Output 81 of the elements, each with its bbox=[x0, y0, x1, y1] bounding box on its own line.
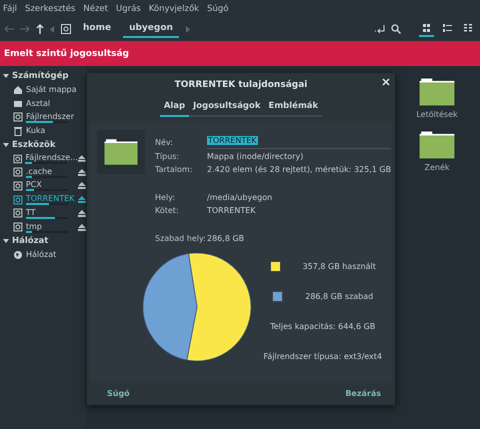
sidebar-item[interactable]: TT bbox=[26, 208, 76, 217]
help-button[interactable]: Súgó bbox=[105, 386, 132, 400]
sidebar-item[interactable]: Kuka bbox=[26, 126, 76, 136]
sidebar-item[interactable]: Saját mappa bbox=[26, 85, 76, 94]
field-label: Tartalom: bbox=[155, 165, 194, 174]
path-button[interactable]: ubyegon bbox=[123, 20, 179, 38]
close-button[interactable] bbox=[382, 78, 390, 86]
menu-item[interactable]: Szerkesztés bbox=[25, 4, 76, 14]
dialog-title: TORRENTEK tulajdonságai bbox=[174, 80, 308, 90]
folder-icon bbox=[418, 131, 456, 159]
menu-item[interactable]: Nézet bbox=[83, 4, 108, 14]
sidebar-item[interactable]: tmp bbox=[26, 222, 76, 231]
close-dialog-button[interactable]: Bezárás bbox=[343, 386, 383, 400]
legend-label: 357,8 GB használt bbox=[302, 262, 376, 270]
sidebar-item[interactable]: Fájlrendsze... bbox=[25, 153, 76, 162]
legend-swatch bbox=[272, 290, 284, 302]
folder-icon bbox=[418, 78, 456, 106]
menu-item[interactable]: Ugrás bbox=[116, 4, 141, 14]
tab[interactable]: Jogosultságok bbox=[189, 97, 265, 117]
desktop-icon bbox=[13, 98, 23, 109]
drive-icon bbox=[13, 167, 23, 178]
file-label[interactable]: Letöltések bbox=[416, 110, 458, 119]
sidebar-item[interactable]: Asztal bbox=[26, 99, 76, 108]
compact-list-icon[interactable] bbox=[443, 24, 452, 32]
trash-icon bbox=[13, 126, 23, 136]
field-label: Hely: bbox=[155, 192, 176, 202]
field-value: TORRENTEK bbox=[207, 206, 256, 216]
sidebar-item[interactable]: PCX bbox=[26, 180, 76, 190]
sidebar-item[interactable]: TORRENTEK bbox=[26, 194, 76, 204]
field-value: /media/ubyegon bbox=[207, 192, 272, 202]
filesystem-type-text: Fájlrendszer típusa: ext3/ext4 bbox=[263, 352, 382, 360]
globe-icon bbox=[13, 250, 23, 260]
drive-icon bbox=[13, 154, 22, 164]
eject-icon[interactable] bbox=[78, 168, 86, 176]
menu-item[interactable]: Könyvjelzők bbox=[148, 4, 200, 14]
legend-swatch bbox=[270, 260, 281, 272]
warning-banner: Emelt szintű jogosultság bbox=[0, 41, 480, 66]
tab[interactable]: Emblémák bbox=[264, 97, 322, 117]
legend-label: 286,8 GB szabad bbox=[305, 292, 374, 300]
eject-icon[interactable] bbox=[78, 182, 86, 190]
eject-icon[interactable] bbox=[78, 155, 86, 162]
icon-frame[interactable] bbox=[97, 130, 145, 174]
folder-icon bbox=[103, 139, 139, 165]
sidebar-section-title: Számítógép bbox=[12, 71, 68, 81]
capacity-text: Teljes kapacitás: 644,6 GB bbox=[270, 322, 376, 330]
field-label: Szabad hely: bbox=[155, 234, 207, 243]
eject-icon[interactable] bbox=[78, 210, 86, 217]
caret-down-icon[interactable] bbox=[3, 142, 9, 148]
file-label[interactable]: Zenék bbox=[424, 163, 450, 172]
sidebar-item[interactable]: Hálózat bbox=[26, 250, 76, 260]
path-button[interactable]: home bbox=[77, 20, 118, 38]
icon-view-button[interactable] bbox=[419, 21, 434, 37]
name-field[interactable]: TORRENTEK bbox=[207, 134, 392, 149]
menu-item[interactable]: Súgó bbox=[207, 4, 228, 14]
caret-down-icon[interactable] bbox=[3, 73, 9, 79]
eject-icon[interactable] bbox=[78, 196, 86, 204]
up-arrow-icon[interactable] bbox=[36, 24, 44, 34]
drive-icon bbox=[13, 112, 23, 122]
drive-icon[interactable] bbox=[61, 24, 71, 34]
field-label: Kötet: bbox=[155, 206, 180, 216]
field-label: Típus: bbox=[155, 152, 180, 161]
menu-item[interactable]: Fájl bbox=[3, 4, 18, 14]
columns-icon[interactable] bbox=[464, 24, 473, 32]
drive-icon bbox=[13, 180, 23, 191]
drive-icon bbox=[13, 222, 23, 232]
sidebar-section-title: Hálózat bbox=[12, 236, 48, 246]
tab[interactable]: Alap bbox=[160, 97, 190, 117]
field-label: Név: bbox=[155, 138, 174, 148]
field-value: 286,8 GB bbox=[207, 234, 244, 243]
drive-icon bbox=[13, 208, 23, 218]
field-value: 2.420 elem (és 28 rejtett), méretük: 325,1 GB bbox=[207, 165, 392, 174]
grid-icon[interactable] bbox=[422, 24, 431, 32]
sidebar-item[interactable]: .cache bbox=[26, 166, 76, 176]
eject-icon[interactable] bbox=[78, 224, 86, 231]
home-icon bbox=[13, 84, 23, 95]
search-icon[interactable] bbox=[391, 24, 401, 34]
field-value: Mappa (inode/directory) bbox=[207, 152, 304, 161]
sidebar-item[interactable]: Fájlrendszer bbox=[26, 112, 76, 121]
caret-down-icon[interactable] bbox=[3, 238, 9, 244]
sidebar-section-title: Eszközök bbox=[12, 140, 56, 150]
drive-icon bbox=[13, 194, 23, 205]
